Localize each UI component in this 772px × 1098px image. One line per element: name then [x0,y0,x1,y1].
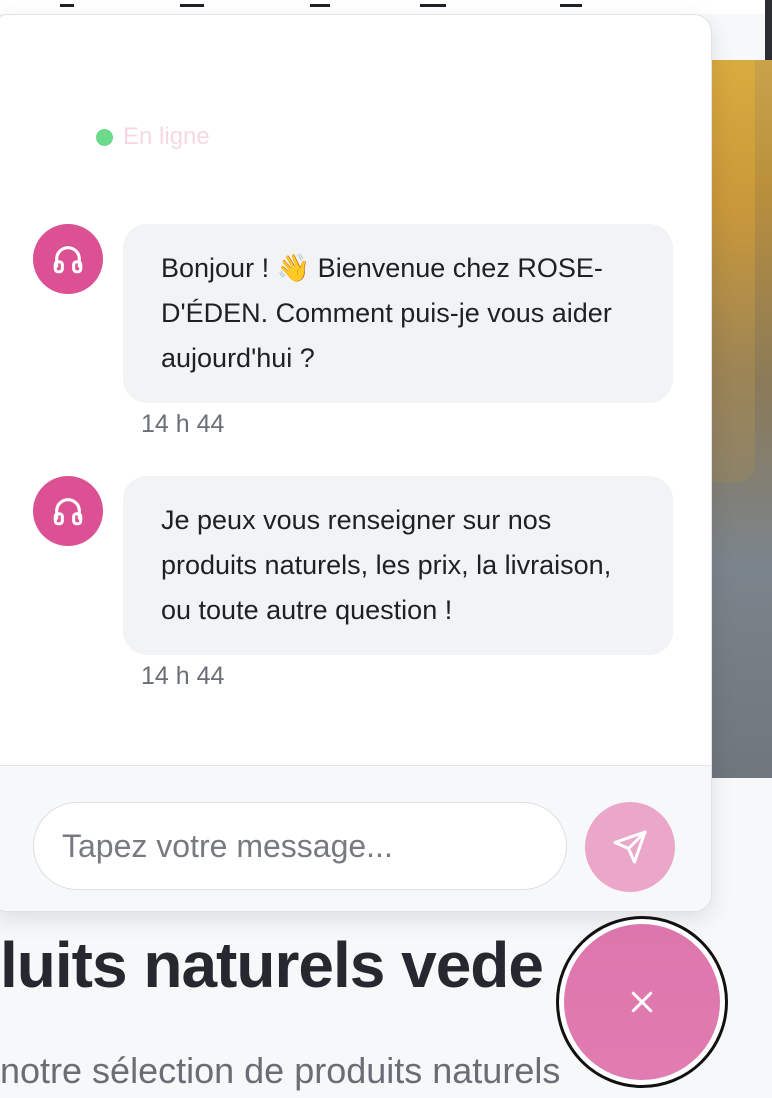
close-chat-button[interactable] [556,916,728,1088]
chat-status: En ligne [96,123,210,151]
online-status-dot [96,128,113,146]
send-icon [613,830,647,864]
message-time: 14 h 44 [141,662,225,690]
section-title: luits naturels vede [0,929,544,1001]
message-input[interactable] [33,802,567,890]
page: luits naturels vede notre sélection de p… [0,0,772,1098]
send-button[interactable] [585,802,675,892]
chat-status-label: En ligne [123,123,210,150]
message-bubble: Bonjour ! 👋 Bienvenue chez ROSE-D'ÉDEN. … [123,224,673,403]
message-bubble: Je peux vous renseigner sur nos produits… [123,476,673,655]
headphones-icon [53,246,83,274]
chat-panel: En ligne Bonjour ! 👋 Bienvenue chez ROSE… [0,14,712,912]
message-time: 14 h 44 [141,410,225,438]
close-icon [631,991,653,1013]
scroll-edge [765,0,772,60]
top-strip [0,0,772,14]
headphones-icon [53,498,83,526]
close-chat-button-fill[interactable] [564,924,720,1080]
section-subtitle: notre sélection de produits naturels [0,1050,561,1091]
chat-composer [0,765,711,911]
agent-avatar [33,224,103,294]
agent-avatar [33,476,103,546]
